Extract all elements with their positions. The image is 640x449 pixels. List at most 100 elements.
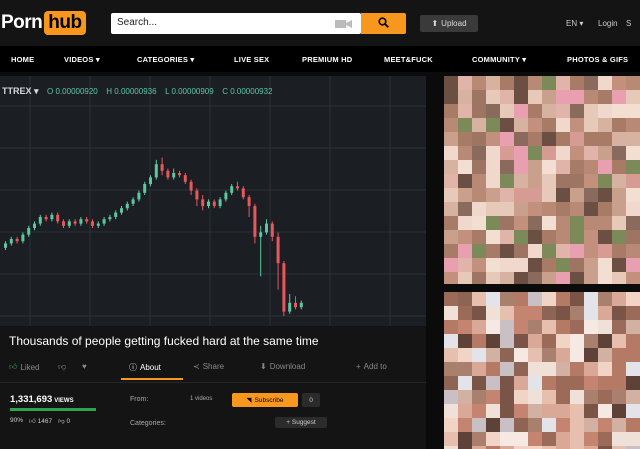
pixel-block xyxy=(542,132,556,146)
nav-live-sex[interactable]: LIVE SEX xyxy=(234,55,269,64)
add-to-label: Add to xyxy=(363,362,387,371)
signup-link[interactable]: S xyxy=(626,19,631,28)
pixel-block xyxy=(458,90,472,104)
search-button[interactable] xyxy=(361,13,406,34)
upload-label: Upload xyxy=(441,19,467,28)
pixel-block xyxy=(514,76,528,90)
pixel-block xyxy=(444,202,458,216)
candle-up xyxy=(21,234,25,242)
pixel-block xyxy=(542,272,556,284)
pixel-block xyxy=(514,362,528,376)
plus-icon: + xyxy=(356,362,361,371)
upload-button[interactable]: ⬆ Upload xyxy=(420,15,478,32)
pixel-block xyxy=(514,104,528,118)
add-to-button[interactable]: + Add to xyxy=(356,362,387,371)
pixel-block xyxy=(598,362,612,376)
nav-premium-hd[interactable]: PREMIUM HD xyxy=(302,55,352,64)
nav-photos-gifs[interactable]: PHOTOS & GIFS xyxy=(567,55,628,64)
pixel-block xyxy=(542,376,556,390)
pixel-block xyxy=(500,90,514,104)
related-thumbnail[interactable] xyxy=(444,292,640,449)
pixel-block xyxy=(626,292,640,306)
pixel-block xyxy=(542,160,556,174)
pixel-block xyxy=(556,188,570,202)
pixel-block xyxy=(486,404,500,418)
pixel-block xyxy=(556,376,570,390)
pixel-block xyxy=(472,146,486,160)
pixel-block xyxy=(458,306,472,320)
nav-home[interactable]: HOME xyxy=(11,55,34,64)
search-input[interactable]: Search... xyxy=(111,13,361,34)
pixel-block xyxy=(570,432,584,446)
pixel-block xyxy=(556,230,570,244)
suggest-button[interactable]: + Suggest xyxy=(275,417,327,428)
nav-categories[interactable]: CATEGORIES ▾ xyxy=(137,55,194,64)
tab-about[interactable]: ⓘ About xyxy=(129,362,161,373)
pixel-block xyxy=(500,418,514,432)
pixel-block xyxy=(570,292,584,306)
pixel-block xyxy=(458,376,472,390)
pixel-block xyxy=(542,216,556,230)
pixel-block xyxy=(542,244,556,258)
download-button[interactable]: ⬇ Download xyxy=(260,362,305,371)
pixel-block xyxy=(542,76,556,90)
pixel-block xyxy=(514,118,528,132)
nav-meet-fuck[interactable]: MEET&FUCK xyxy=(384,55,433,64)
candle-up xyxy=(224,192,228,200)
candle-down xyxy=(62,221,65,226)
pixel-block xyxy=(612,334,626,348)
pixel-block xyxy=(486,362,500,376)
pixel-block xyxy=(472,230,486,244)
candle-up xyxy=(143,184,147,193)
candle-up xyxy=(33,223,36,228)
candle-up xyxy=(299,302,303,308)
views-label: VIEWS xyxy=(54,398,74,404)
nav-community[interactable]: COMMUNITY ▾ xyxy=(472,55,526,64)
candle-down xyxy=(166,170,170,178)
pixel-block xyxy=(458,230,472,244)
nav-videos[interactable]: VIDEOS ▾ xyxy=(64,55,100,64)
pixel-block xyxy=(472,306,486,320)
candle-up xyxy=(27,228,31,235)
pixel-block xyxy=(612,188,626,202)
share-button[interactable]: ≺ Share xyxy=(193,362,224,371)
pixel-block xyxy=(556,306,570,320)
candle-down xyxy=(282,263,286,312)
pixel-block xyxy=(584,376,598,390)
pixel-block xyxy=(612,104,626,118)
pixel-block xyxy=(486,76,500,90)
pixel-block xyxy=(612,216,626,230)
pixel-block xyxy=(542,432,556,446)
pixel-block xyxy=(612,432,626,446)
from-videos-count[interactable]: 1 videos xyxy=(190,396,212,402)
pixel-block xyxy=(528,104,542,118)
pixel-block xyxy=(528,320,542,334)
pixel-block xyxy=(486,348,500,362)
related-thumbnail[interactable] xyxy=(444,76,640,284)
pixel-block xyxy=(472,216,486,230)
pixel-block xyxy=(500,404,514,418)
candle-up xyxy=(172,173,176,178)
candle-down xyxy=(201,199,205,206)
subscribe-button[interactable]: ◥ Subscribe xyxy=(232,393,298,407)
language-selector[interactable]: EN ▾ xyxy=(566,19,583,28)
pixel-block xyxy=(528,244,542,258)
camera-icon[interactable] xyxy=(335,18,353,29)
pixel-block xyxy=(528,76,542,90)
pixel-block xyxy=(542,334,556,348)
pixel-block xyxy=(444,118,458,132)
views-number: 1,331,693 xyxy=(10,394,53,405)
pixel-block xyxy=(458,258,472,272)
like-button[interactable]: 👍︎ Liked xyxy=(9,362,40,372)
ticker-symbol[interactable]: TTREX ▾ xyxy=(2,86,39,96)
dislike-button[interactable]: 👎︎ xyxy=(58,362,66,372)
pixel-block xyxy=(570,230,584,244)
pixel-block xyxy=(612,160,626,174)
favorite-button[interactable]: ♥ xyxy=(82,362,87,371)
video-player[interactable]: TTREX ▾ O 0.00000920 H 0.00000936 L 0.00… xyxy=(0,76,426,326)
site-logo[interactable]: Porn hub xyxy=(0,10,86,36)
login-link[interactable]: Login xyxy=(598,19,618,28)
pixel-block xyxy=(472,118,486,132)
pixel-block xyxy=(570,188,584,202)
pixel-block xyxy=(556,244,570,258)
